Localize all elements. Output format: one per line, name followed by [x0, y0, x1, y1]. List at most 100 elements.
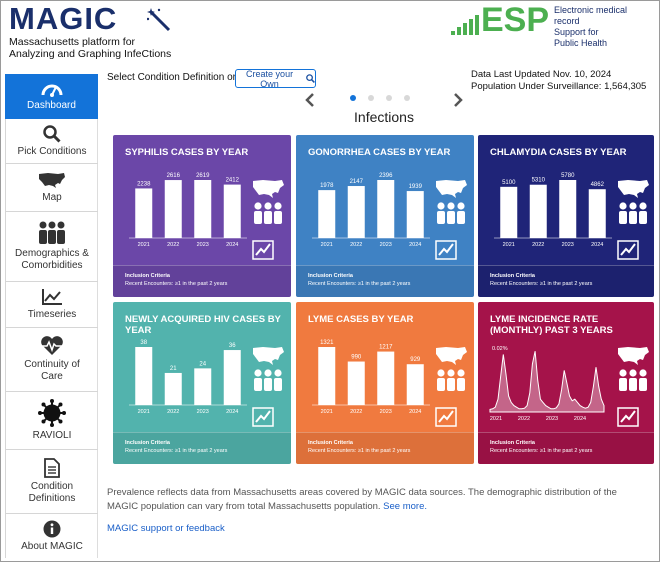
- bar-2024: [588, 189, 606, 238]
- x-tick-label: 2021: [321, 409, 333, 415]
- inclusion-criteria-label: Inclusion Criteria: [490, 273, 535, 279]
- bar-2024: [223, 350, 241, 405]
- people-icon: [254, 369, 282, 391]
- magic-logo[interactable]: MAGIC Massachusetts platform for Analyzi…: [9, 3, 171, 60]
- inclusion-criteria-text: Recent Encounters: ≥1 in the past 2 year…: [490, 448, 593, 454]
- inclusion-criteria-text: Recent Encounters: ≥1 in the past 2 year…: [125, 448, 228, 454]
- support-feedback-link[interactable]: MAGIC support or feedback: [107, 523, 225, 534]
- bar-value-label: 2616: [167, 173, 181, 179]
- card-inclusion-criteria: Inclusion Criteria Recent Encounters: ≥1 …: [478, 432, 654, 464]
- sidebar-item-continuity[interactable]: Continuity of Care: [5, 328, 98, 392]
- bar-value-label: 5780: [561, 173, 575, 179]
- search-icon: [43, 124, 61, 143]
- carousel-dot-4[interactable]: [404, 95, 410, 101]
- bar-2022: [347, 186, 365, 238]
- trend-chart-icon: [252, 407, 274, 427]
- inclusion-criteria-label: Inclusion Criteria: [308, 273, 353, 279]
- wand-icon: [147, 8, 171, 32]
- x-tick-label: 2021: [138, 409, 150, 415]
- bar-2021: [318, 347, 336, 405]
- heartbeat-icon: [41, 336, 63, 355]
- x-tick-label: 2024: [226, 409, 238, 415]
- x-tick-label: 2022: [350, 242, 362, 248]
- bar-value-label: 1217: [379, 345, 393, 351]
- sidebar-item-demographics[interactable]: Demographics & Comorbidities: [5, 212, 98, 282]
- incidence-area: [489, 351, 605, 413]
- us-map-icon: [253, 180, 284, 198]
- us-map-icon: [436, 347, 467, 365]
- sidebar-item-ravioli[interactable]: RAVIOLI: [5, 392, 98, 450]
- bar-value-label: 24: [199, 361, 206, 367]
- x-tick-label: 2022: [167, 409, 179, 415]
- card-gonorrhea[interactable]: GONORRHEA CASES BY YEAR 1978 2021 2147 2022 2…: [296, 135, 474, 297]
- us-map-icon: [618, 347, 649, 365]
- y-max-label: 0.02%: [492, 346, 508, 352]
- x-tick-label: 2024: [226, 242, 238, 248]
- inclusion-criteria-text: Recent Encounters: ≥1 in the past 2 year…: [308, 448, 411, 454]
- bar-value-label: 1939: [409, 184, 423, 190]
- x-tick-label: 2021: [138, 242, 150, 248]
- x-tick-label: 2021: [490, 416, 502, 422]
- us-map-icon: [39, 173, 65, 188]
- bar-2021: [318, 190, 336, 238]
- card-icons: [252, 347, 284, 427]
- card-inclusion-criteria: Inclusion Criteria Recent Encounters: ≥1 …: [296, 432, 474, 464]
- card-icons: [617, 180, 649, 260]
- esp-logo[interactable]: ESP Electronic medical record Support fo…: [451, 2, 651, 48]
- bar-value-label: 2238: [137, 181, 151, 187]
- bar-value-label: 929: [410, 357, 421, 363]
- create-your-own-button[interactable]: Create your Own: [235, 69, 316, 89]
- x-tick-label: 2023: [562, 242, 574, 248]
- us-map-icon: [253, 347, 284, 365]
- inclusion-criteria-text: Recent Encounters: ≥1 in the past 2 year…: [490, 281, 593, 287]
- x-tick-label: 2021: [321, 242, 333, 248]
- sidebar-item-pick-conditions[interactable]: Pick Conditions: [5, 119, 98, 164]
- bar-2022: [347, 361, 365, 405]
- carousel-next-icon[interactable]: [453, 93, 463, 107]
- bar-value-label: 2147: [350, 179, 364, 185]
- gauge-icon: [41, 84, 62, 97]
- carousel-dot-1[interactable]: [350, 95, 356, 101]
- x-tick-label: 2023: [197, 242, 209, 248]
- bar-value-label: 1321: [320, 340, 334, 346]
- trend-chart-icon: [617, 407, 639, 427]
- trend-chart-icon: [617, 240, 639, 260]
- sidebar-item-condition-definitions[interactable]: Condition Definitions: [5, 450, 98, 514]
- x-tick-label: 2023: [380, 242, 392, 248]
- last-updated-text: Data Last Updated Nov. 10, 2024: [471, 69, 612, 80]
- inclusion-criteria-text: Recent Encounters: ≥1 in the past 2 year…: [308, 281, 411, 287]
- sidebar-item-map[interactable]: Map: [5, 164, 98, 212]
- bar-2021: [500, 186, 518, 238]
- carousel-dots: [350, 95, 410, 101]
- sidebar-item-about[interactable]: About MAGIC: [5, 514, 98, 558]
- x-tick-label: 2023: [197, 409, 209, 415]
- data-status: Data Last Updated Nov. 10, 2024 Populati…: [471, 69, 646, 93]
- card-hiv[interactable]: NEWLY ACQUIRED HIV CASES BY YEAR 38 2021 21…: [113, 302, 291, 464]
- bar-value-label: 1978: [320, 183, 334, 189]
- virus-icon: [38, 399, 66, 427]
- card-syphilis[interactable]: SYPHILIS CASES BY YEAR 2238 2021 2616 2022 26…: [113, 135, 291, 297]
- document-icon: [44, 458, 60, 478]
- sidebar-item-timeseries[interactable]: Timeseries: [5, 282, 98, 328]
- people-icon: [437, 369, 465, 391]
- bar-2024: [406, 191, 424, 238]
- sidebar-nav: Dashboard Pick Conditions Map Demographi…: [5, 74, 98, 558]
- bar-2023: [377, 180, 395, 238]
- card-icons: [617, 347, 649, 427]
- bar-2024: [406, 364, 424, 405]
- see-more-link[interactable]: See more.: [383, 501, 427, 512]
- carousel-prev-icon[interactable]: [305, 93, 315, 107]
- x-tick-label: 2023: [380, 409, 392, 415]
- carousel-dot-3[interactable]: [386, 95, 392, 101]
- carousel-dot-2[interactable]: [368, 95, 374, 101]
- card-chlamydia[interactable]: CHLAMYDIA CASES BY YEAR 5100 2021 5310 2022 5…: [478, 135, 654, 297]
- card-lyme-incidence[interactable]: LYME INCIDENCE RATE (MONTHLY) PAST 3 YEA…: [478, 302, 654, 464]
- card-inclusion-criteria: Inclusion Criteria Recent Encounters: ≥1 …: [296, 265, 474, 297]
- sidebar-item-dashboard[interactable]: Dashboard: [5, 74, 98, 119]
- card-lyme[interactable]: LYME CASES BY YEAR 1321 2021 990 2022 1217 202…: [296, 302, 474, 464]
- x-tick-label: 2024: [591, 242, 603, 248]
- search-icon: [306, 74, 315, 83]
- line-chart-icon: [42, 289, 62, 305]
- card-inclusion-criteria: Inclusion Criteria Recent Encounters: ≥1 …: [478, 265, 654, 297]
- trend-chart-icon: [435, 407, 457, 427]
